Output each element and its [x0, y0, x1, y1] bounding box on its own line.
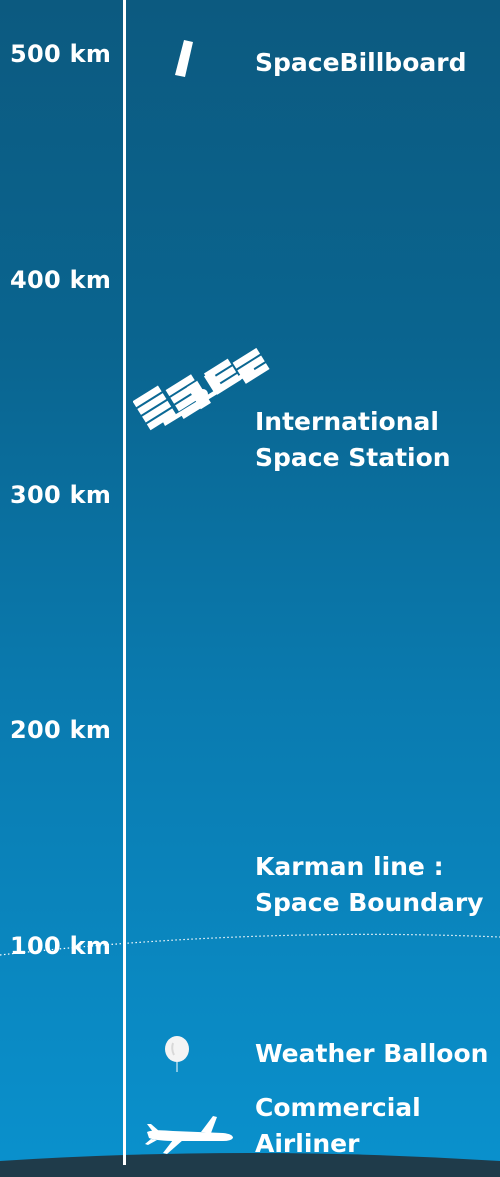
altitude-axis — [123, 0, 126, 1165]
balloon-label: Weather Balloon — [255, 1039, 489, 1068]
billboard-satellite-icon — [175, 40, 193, 77]
altitude-tick-400: 400 km — [10, 266, 112, 294]
sky-background — [0, 0, 500, 1177]
iss-label: International Space Station — [255, 407, 451, 472]
airplane-icon — [145, 1116, 233, 1154]
altitude-tick-500: 500 km — [10, 40, 112, 68]
earth-surface — [0, 1153, 500, 1177]
space-station-icon — [133, 347, 270, 431]
altitude-tick-100: 100 km — [10, 932, 112, 960]
altitude-tick-200: 200 km — [10, 716, 112, 744]
weather-balloon-icon — [165, 1036, 189, 1072]
airliner-label: Commercial Airliner — [255, 1093, 421, 1158]
altitude-tick-300: 300 km — [10, 481, 112, 509]
karman-label: Karman line : Space Boundary — [255, 852, 484, 917]
billboard-label: SpaceBillboard — [255, 48, 467, 77]
